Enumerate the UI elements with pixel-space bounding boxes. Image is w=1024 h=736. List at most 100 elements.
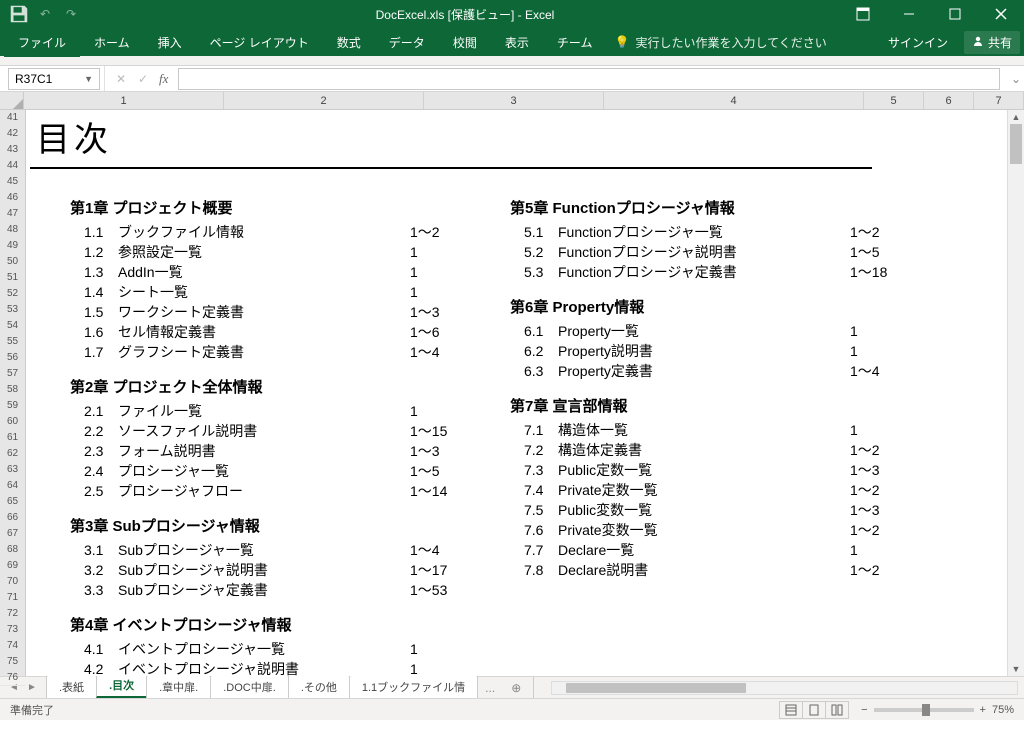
scroll-down-icon[interactable]: ▼ [1008, 662, 1024, 676]
view-normal-icon[interactable] [779, 701, 803, 719]
scroll-up-icon[interactable]: ▲ [1008, 110, 1024, 124]
row-header[interactable]: 61 [0, 430, 25, 446]
sheet-tab[interactable]: .DOC中扉. [210, 675, 289, 698]
row-header[interactable]: 51 [0, 270, 25, 286]
row-header[interactable]: 48 [0, 222, 25, 238]
tab-team[interactable]: チーム [543, 28, 607, 57]
row-header[interactable]: 59 [0, 398, 25, 414]
row-header[interactable]: 55 [0, 334, 25, 350]
sheet-tabs-more[interactable]: ... [477, 678, 503, 698]
signin-link[interactable]: サインイン [880, 30, 956, 55]
tell-me-search[interactable]: 💡 実行したい作業を入力してください [614, 34, 826, 51]
zoom-slider[interactable] [874, 708, 974, 712]
toc-entry-text: Subプロシージャ一覧 [118, 540, 410, 560]
row-header[interactable]: 63 [0, 462, 25, 478]
zoom-thumb[interactable] [922, 704, 930, 716]
row-header[interactable]: 45 [0, 174, 25, 190]
row-header[interactable]: 74 [0, 638, 25, 654]
row-header[interactable]: 71 [0, 590, 25, 606]
row-header[interactable]: 49 [0, 238, 25, 254]
column-header[interactable]: 3 [424, 92, 604, 109]
formula-input[interactable] [178, 68, 1000, 90]
share-button[interactable]: 共有 [964, 31, 1020, 54]
row-header[interactable]: 53 [0, 302, 25, 318]
row-header[interactable]: 60 [0, 414, 25, 430]
redo-icon[interactable]: ↷ [60, 3, 82, 25]
tab-data[interactable]: データ [375, 28, 439, 57]
splitter[interactable] [533, 677, 541, 698]
row-header[interactable]: 43 [0, 142, 25, 158]
row-header[interactable]: 54 [0, 318, 25, 334]
row-header[interactable]: 69 [0, 558, 25, 574]
column-header[interactable]: 6 [924, 92, 974, 109]
toc-entry: 1.1ブックファイル情報1～2 [70, 222, 470, 242]
sheet-tab[interactable]: .その他 [288, 675, 350, 698]
sheet-nav-prev-icon[interactable]: ► [24, 682, 40, 693]
tab-review[interactable]: 校閲 [439, 28, 491, 57]
undo-icon[interactable]: ↶ [34, 3, 56, 25]
zoom-value[interactable]: 75% [992, 704, 1014, 716]
sheet-tab[interactable]: .表紙 [46, 675, 97, 698]
row-header[interactable]: 46 [0, 190, 25, 206]
row-header[interactable]: 67 [0, 526, 25, 542]
zoom-in-icon[interactable]: + [980, 704, 986, 716]
tab-insert[interactable]: 挿入 [144, 28, 196, 57]
save-icon[interactable] [8, 3, 30, 25]
view-page-layout-icon[interactable] [802, 701, 826, 719]
sheet-tab[interactable]: .章中扉. [146, 675, 211, 698]
row-header[interactable]: 44 [0, 158, 25, 174]
ribbon-display-icon[interactable] [840, 0, 886, 28]
row-header[interactable]: 50 [0, 254, 25, 270]
column-header[interactable]: 5 [864, 92, 924, 109]
row-header[interactable]: 76 [0, 670, 25, 686]
row-header[interactable]: 56 [0, 350, 25, 366]
toc-entry-num: 1.2 [84, 242, 118, 262]
formula-expand-icon[interactable]: ⌄ [1008, 72, 1024, 86]
column-header[interactable]: 4 [604, 92, 864, 109]
tab-home[interactable]: ホーム [80, 28, 144, 57]
row-header[interactable]: 57 [0, 366, 25, 382]
close-icon[interactable] [978, 0, 1024, 28]
row-header[interactable]: 64 [0, 478, 25, 494]
row-header[interactable]: 73 [0, 622, 25, 638]
zoom-out-icon[interactable]: − [861, 704, 867, 716]
enter-icon[interactable]: ✓ [133, 72, 153, 86]
view-page-break-icon[interactable] [825, 701, 849, 719]
column-header[interactable]: 1 [24, 92, 224, 109]
row-header[interactable]: 66 [0, 510, 25, 526]
chevron-down-icon[interactable]: ▼ [84, 74, 93, 84]
cell-grid[interactable]: 目次 第1章 プロジェクト概要1.1ブックファイル情報1～21.2参照設定一覧1… [26, 110, 1024, 676]
row-header[interactable]: 68 [0, 542, 25, 558]
toc-entry: 3.3Subプロシージャ定義書1～53 [70, 580, 470, 600]
row-header[interactable]: 70 [0, 574, 25, 590]
sheet-tab[interactable]: 1.1ブックファイル情 [349, 675, 478, 698]
new-sheet-icon[interactable]: ⊕ [503, 678, 529, 698]
vertical-scrollbar[interactable]: ▲ ▼ [1007, 110, 1024, 676]
hscroll-thumb[interactable] [566, 683, 746, 693]
row-header[interactable]: 58 [0, 382, 25, 398]
column-header[interactable]: 7 [974, 92, 1024, 109]
tab-view[interactable]: 表示 [491, 28, 543, 57]
row-header[interactable]: 42 [0, 126, 25, 142]
row-header[interactable]: 72 [0, 606, 25, 622]
tab-file[interactable]: ファイル [4, 28, 80, 57]
minimize-icon[interactable] [886, 0, 932, 28]
column-header[interactable]: 2 [224, 92, 424, 109]
select-all-triangle[interactable] [0, 92, 24, 109]
toc-entry-text: Subプロシージャ説明書 [118, 560, 410, 580]
cancel-icon[interactable]: ✕ [111, 72, 131, 86]
row-header[interactable]: 41 [0, 110, 25, 126]
tab-page-layout[interactable]: ページ レイアウト [196, 28, 323, 57]
row-header[interactable]: 65 [0, 494, 25, 510]
row-header[interactable]: 75 [0, 654, 25, 670]
sheet-tab[interactable]: .目次 [96, 673, 147, 698]
tab-formulas[interactable]: 数式 [323, 28, 375, 57]
fx-icon[interactable]: fx [155, 71, 172, 87]
row-header[interactable]: 47 [0, 206, 25, 222]
horizontal-scrollbar[interactable] [551, 681, 1018, 695]
row-header[interactable]: 52 [0, 286, 25, 302]
name-box[interactable]: R37C1 ▼ [8, 68, 100, 90]
row-header[interactable]: 62 [0, 446, 25, 462]
scroll-thumb[interactable] [1010, 124, 1022, 164]
maximize-icon[interactable] [932, 0, 978, 28]
